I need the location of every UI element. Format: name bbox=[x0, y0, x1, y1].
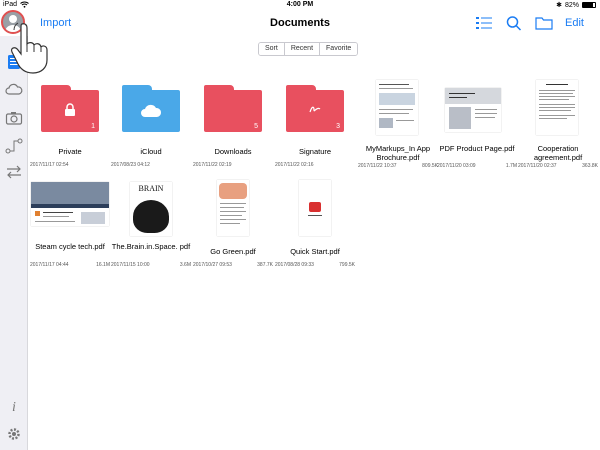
cloud-icon[interactable] bbox=[5, 82, 23, 98]
nav-bar: Import Documents Edit bbox=[0, 11, 600, 36]
gear-icon[interactable] bbox=[5, 426, 23, 442]
pdf-thumbnail bbox=[445, 88, 501, 132]
item-name: MyMarkups_In App Brochure.pdf bbox=[365, 144, 431, 162]
transfer-icon[interactable] bbox=[5, 164, 23, 180]
pdf-thumbnail bbox=[536, 80, 578, 135]
documents-icon[interactable] bbox=[5, 54, 23, 70]
profile-area bbox=[1, 10, 25, 34]
folder-thumb: 5 bbox=[204, 85, 262, 133]
folder-body: 5 bbox=[204, 90, 262, 132]
item-date: 2017/08/28 09:33 bbox=[275, 262, 314, 268]
folder-count: 1 bbox=[91, 123, 95, 130]
avatar[interactable] bbox=[1, 10, 25, 34]
item-meta: 2017/11/20 02:37 363.8K bbox=[518, 163, 598, 169]
edit-button[interactable]: Edit bbox=[565, 17, 584, 29]
item-size: 3.6M bbox=[179, 262, 191, 268]
pdf-thumbnail bbox=[31, 182, 109, 226]
pdf-thumbnail: BRAIN bbox=[130, 182, 172, 236]
item-date: 2017/11/20 03:09 bbox=[437, 163, 476, 169]
sidebar: i bbox=[0, 36, 28, 450]
item-meta: 2017/10/27 09:53 387.7K bbox=[193, 262, 273, 268]
search-icon[interactable] bbox=[505, 15, 523, 31]
folder-body: 3 bbox=[286, 90, 344, 132]
item-meta: 2017/08/23 04:12 bbox=[111, 162, 191, 168]
item-size: 387.7K bbox=[257, 262, 273, 268]
pdf-thumbnail bbox=[376, 80, 418, 135]
item-name: Signature bbox=[298, 147, 332, 156]
item-size: 809.5K bbox=[422, 163, 438, 169]
folder-thumb: 1 bbox=[41, 85, 99, 133]
item-size: 363.8K bbox=[582, 163, 598, 169]
sort-segmented-control: Sort Recent Favorite bbox=[258, 42, 359, 56]
item-name: The.Brain.in.Space. pdf bbox=[111, 242, 191, 251]
item-meta: 2017/08/28 09:33 799.5K bbox=[275, 262, 355, 268]
item-date: 2017/08/23 04:12 bbox=[111, 162, 150, 168]
item-meta: 2017/11/22 02:19 bbox=[193, 162, 273, 168]
info-icon[interactable]: i bbox=[5, 400, 23, 416]
item-name: Steam cycle tech.pdf bbox=[35, 242, 105, 251]
nav-actions: Edit bbox=[475, 15, 584, 31]
bluetooth-icon: ✱ bbox=[556, 2, 562, 9]
item-size: 799.5K bbox=[339, 262, 355, 268]
segment-sort[interactable]: Sort bbox=[259, 43, 285, 55]
item-date: 2017/11/22 10:37 bbox=[358, 163, 397, 169]
folder-thumb: 3 bbox=[286, 85, 344, 133]
segment-recent[interactable]: Recent bbox=[284, 43, 321, 55]
item-name: Downloads bbox=[214, 147, 252, 156]
item-date: 2017/11/15 10:00 bbox=[111, 262, 150, 268]
folder-body bbox=[122, 90, 180, 132]
battery-percent: 82% bbox=[564, 1, 579, 9]
pdf-thumbnail bbox=[217, 180, 249, 236]
connect-icon[interactable] bbox=[5, 138, 23, 154]
segment-favorite[interactable]: Favorite bbox=[320, 43, 358, 55]
item-date: 2017/11/17 02:54 bbox=[30, 162, 69, 168]
status-right: ✱ 82% bbox=[556, 1, 596, 9]
list-view-icon[interactable] bbox=[475, 15, 493, 31]
item-date: 2017/10/27 09:53 bbox=[193, 262, 232, 268]
item-meta: 2017/11/22 10:37 809.5K bbox=[358, 163, 438, 169]
item-meta: 2017/11/22 02:16 bbox=[275, 162, 355, 168]
item-name: Cooperation agreement.pdf bbox=[533, 144, 583, 162]
item-meta: 2017/11/17 02:54 bbox=[30, 162, 110, 168]
item-name: PDF Product Page.pdf bbox=[439, 144, 515, 153]
folder-count: 5 bbox=[254, 123, 258, 130]
status-time: 4:00 PM bbox=[286, 1, 314, 8]
item-name: Private bbox=[58, 147, 82, 156]
user-icon bbox=[5, 15, 21, 32]
item-meta: 2017/11/15 10:00 3.6M bbox=[111, 262, 191, 268]
folder-body: 1 bbox=[41, 90, 99, 132]
item-size: 16.1M bbox=[96, 262, 110, 268]
status-bar: iPad 4:00 PM ✱ 82% bbox=[0, 0, 600, 11]
folder-count: 3 bbox=[336, 123, 340, 130]
item-meta: 2017/11/20 03:09 1.7M bbox=[437, 163, 517, 169]
item-date: 2017/11/17 04:44 bbox=[30, 262, 69, 268]
pdf-thumbnail bbox=[299, 180, 331, 236]
lock-icon bbox=[65, 103, 75, 116]
brain-cover-logo: BRAIN bbox=[138, 184, 164, 193]
item-date: 2017/11/20 02:37 bbox=[518, 163, 557, 169]
folder-thumb bbox=[122, 85, 180, 133]
new-folder-icon[interactable] bbox=[535, 15, 553, 31]
item-date: 2017/11/22 02:16 bbox=[275, 162, 314, 168]
item-name: iCloud bbox=[140, 147, 162, 156]
battery-icon bbox=[582, 2, 596, 8]
item-date: 2017/11/22 02:19 bbox=[193, 162, 232, 168]
item-size: 1.7M bbox=[505, 163, 517, 169]
cloud-icon bbox=[141, 104, 162, 117]
app-logo bbox=[309, 202, 321, 212]
item-name: Quick Start.pdf bbox=[290, 247, 340, 256]
signature-icon bbox=[309, 106, 321, 113]
camera-icon[interactable] bbox=[5, 110, 23, 126]
item-meta: 2017/11/17 04:44 16.1M bbox=[30, 262, 110, 268]
item-name: Go Green.pdf bbox=[210, 247, 256, 256]
